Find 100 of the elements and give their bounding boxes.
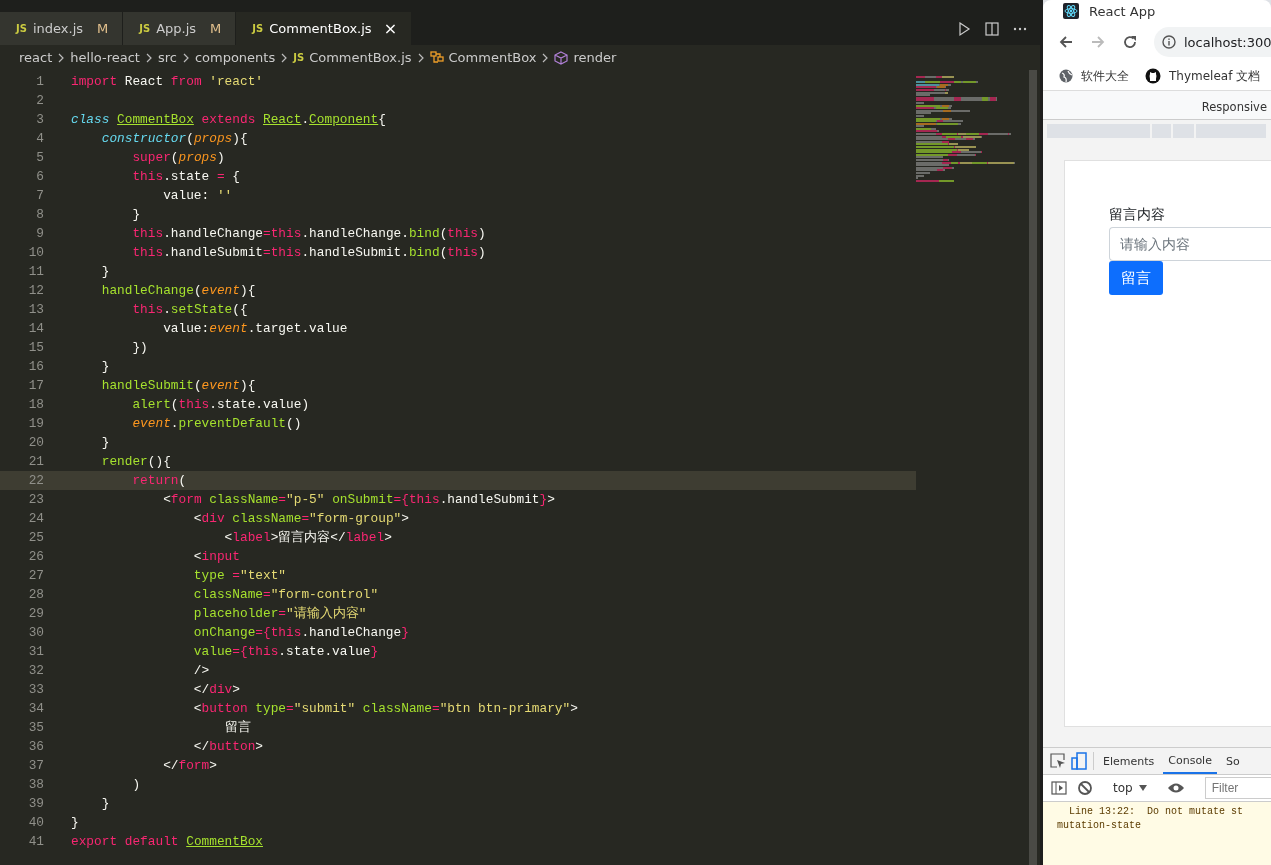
input-field[interactable]: 请输入内容 <box>1109 227 1271 261</box>
line-number: 24 <box>27 510 45 528</box>
code-line: super(props) <box>131 149 225 167</box>
line-number: 29 <box>27 605 45 623</box>
device-dropdown[interactable]: Responsive <box>1201 100 1271 114</box>
code-line: value: '' <box>162 187 233 205</box>
address-bar[interactable]: localhost:300 <box>1154 27 1271 57</box>
code-line: constructor(props){ <box>100 130 248 148</box>
line-number: 25 <box>27 529 45 547</box>
editor-tab[interactable]: JS App.js M <box>123 12 237 45</box>
caret-icon <box>1138 785 1147 791</box>
chevron-icon <box>144 51 153 64</box>
code-line: onChange={this.handleChange} <box>192 624 409 642</box>
line-number: 33 <box>27 681 45 699</box>
code-line: return( <box>131 472 187 490</box>
breadcrumb-item[interactable]: render <box>573 50 617 65</box>
editor-tab[interactable]: JS CommentBox.js × <box>236 12 413 45</box>
code-line: <form className="p-5" onSubmit={this.handleSubmit}> <box>162 491 555 509</box>
code-line: this.setState({ <box>131 301 248 319</box>
browser-tab[interactable]: React App <box>1043 0 1271 22</box>
code-line: class CommentBox extends React.Component{ <box>71 111 386 129</box>
class-icon <box>429 50 444 65</box>
breadcrumb-item[interactable]: components <box>194 50 276 65</box>
code-line: <div className="form-group"> <box>192 510 409 528</box>
line-number: 20 <box>27 434 45 452</box>
cube-icon <box>554 50 569 65</box>
line-number: 7 <box>35 187 45 205</box>
bookmark[interactable]: 软件大全 <box>1059 67 1129 85</box>
code-line: handleSubmit(event){ <box>100 377 256 395</box>
line-number: 4 <box>35 130 45 148</box>
line-number: 38 <box>27 776 45 794</box>
close-icon[interactable]: × <box>383 19 398 38</box>
devtools-tab[interactable]: Console <box>1163 748 1217 774</box>
split-editor-icon[interactable] <box>984 20 1000 37</box>
chevron-icon <box>57 51 66 64</box>
line-number: 32 <box>27 662 45 680</box>
line-number: 13 <box>27 301 45 319</box>
code-line: } <box>131 206 141 224</box>
line-number: 30 <box>27 624 45 642</box>
line-number: 16 <box>27 358 45 376</box>
breadcrumb-item[interactable]: src <box>157 50 177 65</box>
breadcrumb-item[interactable]: CommentBox <box>448 50 537 65</box>
chevron-icon <box>416 51 425 64</box>
code-line: <button type="submit" className="btn btn-primary"> <box>192 700 578 718</box>
line-number: 1 <box>35 73 45 91</box>
line-number: 6 <box>35 168 45 186</box>
editor-tab[interactable]: JS index.js M <box>0 12 124 45</box>
line-number: 35 <box>27 719 45 737</box>
line-number: 36 <box>27 738 45 756</box>
device-toggle-icon[interactable] <box>1071 752 1089 770</box>
line-number: 39 <box>27 795 45 813</box>
submit-button[interactable]: 留言 <box>1109 261 1163 295</box>
bookmark[interactable]: Thymeleaf 文档 <box>1145 67 1261 85</box>
line-number: 23 <box>27 491 45 509</box>
chevron-icon <box>541 51 550 64</box>
code-line: value:event.target.value <box>162 320 348 338</box>
devtools-tab[interactable]: So <box>1220 749 1245 773</box>
sidebar-toggle-icon[interactable] <box>1051 780 1067 796</box>
line-number: 18 <box>27 396 45 414</box>
line-number: 40 <box>27 814 45 832</box>
breadcrumb-item[interactable]: hello-react <box>70 50 140 65</box>
code-line: this.handleChange=this.handleChange.bind(this) <box>131 225 486 243</box>
code-line: </form> <box>162 757 217 775</box>
run-icon[interactable] <box>956 20 972 37</box>
code-line: <input <box>192 548 240 566</box>
code-line: className="form-control" <box>192 586 379 604</box>
breadcrumb-item[interactable]: CommentBox.js <box>309 50 412 65</box>
code-line: type ="text" <box>192 567 287 585</box>
code-line: event.preventDefault() <box>131 415 302 433</box>
line-number: 5 <box>35 149 45 167</box>
clear-icon[interactable] <box>1077 780 1093 796</box>
inspect-icon[interactable] <box>1049 752 1067 770</box>
reload-icon[interactable] <box>1122 34 1138 50</box>
line-number: 26 <box>27 548 45 566</box>
code-line: } <box>71 814 79 832</box>
scrollbar[interactable] <box>1029 70 1037 865</box>
line-number: 3 <box>35 111 45 129</box>
line-number: 27 <box>27 567 45 585</box>
line-number: 14 <box>27 320 45 338</box>
context-dropdown[interactable]: top <box>1113 781 1147 795</box>
line-number: 8 <box>35 206 45 224</box>
cat-icon <box>1145 68 1161 84</box>
atom-icon <box>1063 3 1079 19</box>
info-icon <box>1162 35 1176 49</box>
back-icon[interactable] <box>1058 34 1074 50</box>
line-number: 34 <box>27 700 45 718</box>
chevron-icon <box>181 51 190 64</box>
line-number: 10 <box>27 244 45 262</box>
eye-icon[interactable] <box>1166 781 1185 795</box>
code-line: </button> <box>192 738 263 756</box>
devtools-tab[interactable]: Elements <box>1098 749 1160 773</box>
code-line: this.handleSubmit=this.handleSubmit.bind(this) <box>131 244 486 262</box>
breadcrumb-item[interactable]: react <box>19 50 53 65</box>
code-line: ) <box>131 776 141 794</box>
js-file-icon: JS <box>293 52 305 63</box>
globe-icon <box>1059 69 1073 83</box>
code-line: } <box>100 358 110 376</box>
filter-field[interactable]: Filter <box>1204 777 1271 799</box>
line-number: 22 <box>27 472 45 490</box>
code-line: render(){ <box>100 453 171 471</box>
